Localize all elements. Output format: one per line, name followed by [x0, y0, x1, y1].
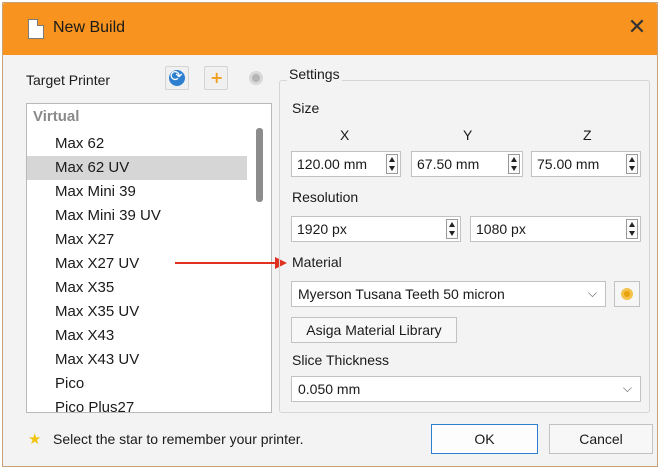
printer-settings-button[interactable]: [244, 66, 268, 90]
resolution-width-field[interactable]: 1920 px: [291, 216, 461, 242]
spin-arrows-icon[interactable]: [626, 154, 638, 174]
list-item[interactable]: Max X43 UV: [27, 348, 247, 372]
refresh-icon: [169, 67, 185, 86]
resolution-label: Resolution: [292, 189, 359, 205]
list-item[interactable]: Max X27: [27, 228, 247, 252]
list-group-header: Virtual: [33, 108, 80, 125]
slice-thickness-select[interactable]: 0.050 mm ⌵: [291, 376, 641, 402]
cancel-button[interactable]: Cancel: [549, 424, 653, 454]
material-value: Myerson Tusana Teeth 50 micron: [298, 286, 505, 302]
plus-icon: +: [210, 68, 224, 87]
document-icon: [28, 19, 44, 39]
ok-button[interactable]: OK: [431, 424, 538, 454]
resolution-height-field[interactable]: 1080 px: [470, 216, 641, 242]
size-y-value: 67.50 mm: [417, 156, 480, 172]
list-item[interactable]: Max Mini 39: [27, 180, 247, 204]
size-x-field[interactable]: 120.00 mm: [291, 151, 401, 177]
window-title: New Build: [53, 19, 126, 36]
size-z-value: 75.00 mm: [537, 156, 600, 172]
star-icon[interactable]: ★: [28, 430, 41, 448]
spin-arrows-icon[interactable]: [386, 154, 398, 174]
gear-icon: [621, 288, 633, 300]
size-y-field[interactable]: 67.50 mm: [411, 151, 523, 177]
slice-thickness-value: 0.050 mm: [298, 381, 361, 397]
resolution-width-value: 1920 px: [297, 221, 347, 237]
material-library-button[interactable]: Asiga Material Library: [291, 317, 457, 343]
x-axis-label: X: [340, 127, 350, 143]
scrollbar-thumb[interactable]: [256, 128, 263, 202]
material-select[interactable]: Myerson Tusana Teeth 50 micron ⌵: [291, 281, 606, 307]
chevron-down-icon: ⌵: [622, 381, 632, 395]
list-item[interactable]: Max X43: [27, 324, 247, 348]
resolution-height-value: 1080 px: [476, 221, 526, 237]
list-item[interactable]: Max X35 UV: [27, 300, 247, 324]
size-label: Size: [292, 100, 320, 116]
spin-arrows-icon[interactable]: [626, 219, 638, 239]
annotation-arrow: [175, 257, 287, 269]
material-settings-button[interactable]: [614, 281, 640, 307]
list-item[interactable]: Pico: [27, 372, 247, 396]
close-icon[interactable]: ✕: [625, 15, 649, 39]
list-item[interactable]: Max X35: [27, 276, 247, 300]
size-x-value: 120.00 mm: [297, 156, 368, 172]
gear-icon: [249, 71, 263, 85]
list-item[interactable]: Max Mini 39 UV: [27, 204, 247, 228]
y-axis-label: Y: [463, 127, 473, 143]
settings-title: Settings: [287, 66, 342, 82]
title-bar: New Build ✕: [3, 3, 657, 55]
slice-thickness-label: Slice Thickness: [292, 352, 390, 368]
list-item[interactable]: Max 62: [27, 132, 247, 156]
hint-text: Select the star to remember your printer…: [53, 431, 304, 447]
z-axis-label: Z: [583, 127, 592, 143]
list-item[interactable]: Pico Plus27: [27, 396, 247, 412]
list-item[interactable]: Max 62 UV: [27, 156, 247, 180]
spin-arrows-icon[interactable]: [508, 154, 520, 174]
size-z-field[interactable]: 75.00 mm: [531, 151, 641, 177]
spin-arrows-icon[interactable]: [446, 219, 458, 239]
material-label: Material: [292, 254, 342, 270]
chevron-down-icon: ⌵: [587, 286, 597, 300]
add-printer-button[interactable]: +: [204, 66, 228, 90]
target-printer-label: Target Printer: [26, 72, 111, 88]
refresh-button[interactable]: [165, 66, 189, 90]
